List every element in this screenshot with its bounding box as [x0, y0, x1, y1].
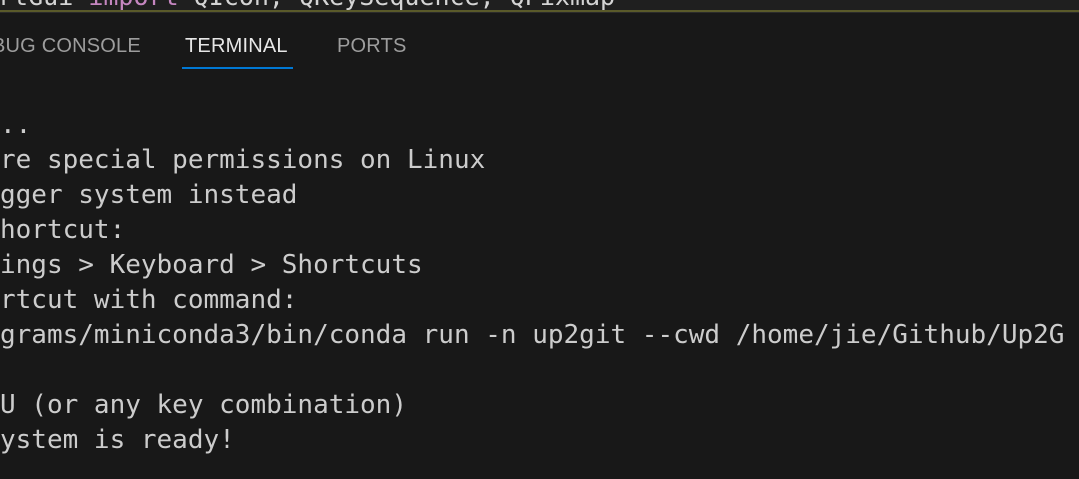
editor-area[interactable]: rtGui import QIcon, QKeySequence, QPixma…: [0, 0, 1079, 10]
terminal-line: gger system instead: [0, 180, 298, 210]
editor-code-line: rtGui import QIcon, QKeySequence, QPixma…: [0, 0, 615, 9]
terminal-line: rtcut with command:: [0, 285, 298, 315]
code-token: QIcon, QKeySequence, QPixmap: [179, 0, 615, 10]
terminal-line: hortcut:: [0, 215, 126, 245]
vscode-window: rtGui import QIcon, QKeySequence, QPixma…: [0, 0, 1079, 479]
tab-ports[interactable]: PORTS: [337, 33, 407, 59]
terminal-line: ..: [0, 110, 32, 140]
terminal-line: grams/miniconda3/bin/conda run -n up2git…: [0, 320, 1065, 350]
code-token: rtGui: [0, 0, 88, 10]
terminal-line: ings > Keyboard > Shortcuts: [0, 250, 423, 280]
panel-tab-bar: BUG CONSOLE TERMINAL PORTS: [0, 13, 1079, 73]
terminal-line: re special permissions on Linux: [0, 145, 486, 175]
code-keyword: import: [88, 0, 178, 10]
tab-debug-console[interactable]: BUG CONSOLE: [0, 33, 141, 59]
active-tab-indicator: [182, 67, 293, 69]
tab-terminal[interactable]: TERMINAL: [185, 33, 288, 59]
terminal-line: ystem is ready!: [0, 425, 235, 455]
terminal-line: U (or any key combination): [0, 390, 407, 420]
terminal-view[interactable]: .. re special permissions on Linux gger …: [0, 108, 1079, 479]
